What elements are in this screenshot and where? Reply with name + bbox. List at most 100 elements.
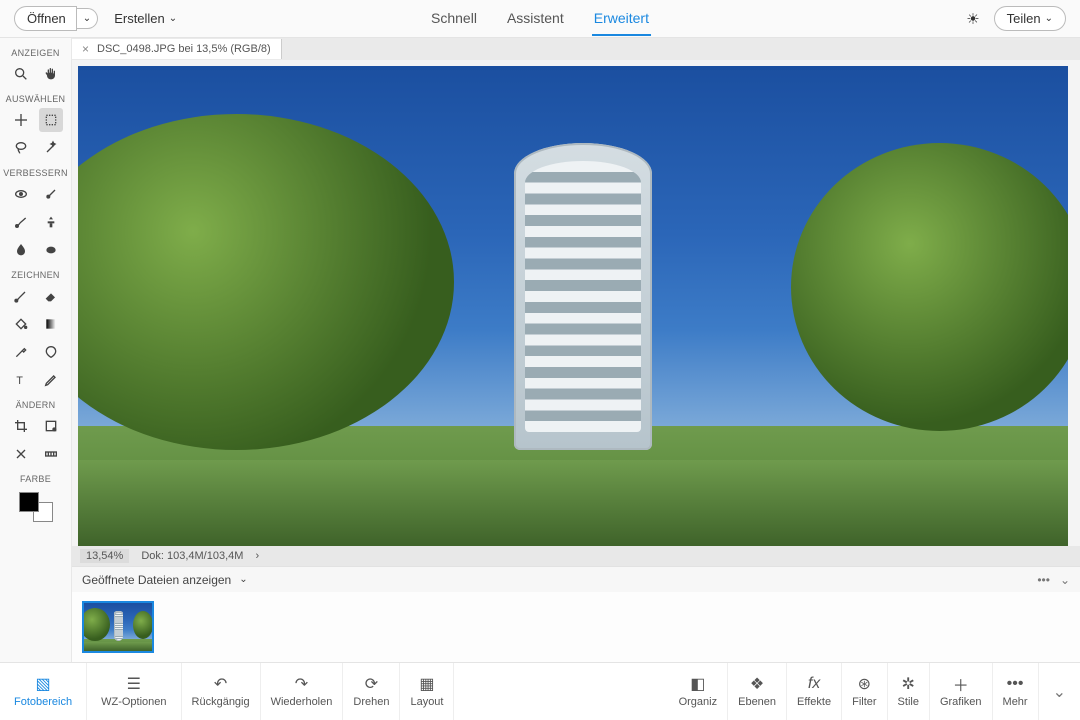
filter-icon: ⊛ (858, 675, 871, 693)
graphics-label: Grafiken (940, 696, 982, 708)
photo-lawn (78, 460, 1068, 546)
section-enhance: VERBESSERN (3, 168, 68, 178)
layout-button[interactable]: ▦ Layout (400, 663, 454, 720)
color-swatches[interactable] (19, 492, 53, 522)
open-files-bar: Geöffnete Dateien anzeigen ⌄ ••• ⌄ (72, 566, 1080, 592)
magic-wand-tool-icon[interactable] (39, 136, 63, 160)
create-label: Erstellen (114, 11, 165, 26)
brightness-icon[interactable]: ☀︎ (966, 10, 979, 28)
undo-button[interactable]: ↶ Rückgängig (182, 663, 261, 720)
svg-text:T: T (16, 375, 23, 387)
fx-icon: fx (808, 675, 820, 693)
open-files-label[interactable]: Geöffnete Dateien anzeigen (82, 573, 231, 587)
photo-building (514, 143, 653, 450)
spot-heal-tool-icon[interactable] (39, 182, 63, 206)
tool-panel: ANZEIGEN AUSWÄHLEN VERBESSERN ZEICHNEN (0, 38, 72, 662)
blur-tool-icon[interactable] (9, 238, 33, 262)
effects-label: Effekte (797, 696, 831, 708)
clone-stamp-tool-icon[interactable] (39, 210, 63, 234)
redo-button[interactable]: ↷ Wiederholen (261, 663, 344, 720)
lasso-tool-icon[interactable] (9, 136, 33, 160)
redeye-tool-icon[interactable] (9, 182, 33, 206)
layout-label: Layout (410, 696, 443, 708)
paint-bucket-tool-icon[interactable] (9, 312, 33, 336)
canvas-column: × DSC_0498.JPG bei 13,5% (RGB/8) 13,54% … (72, 38, 1080, 662)
recompose-tool-icon[interactable] (39, 414, 63, 438)
image-canvas[interactable] (78, 66, 1068, 546)
hand-tool-icon[interactable] (39, 62, 63, 86)
more-icon[interactable]: ••• (1037, 573, 1050, 587)
sponge-tool-icon[interactable] (39, 238, 63, 262)
pencil-tool-icon[interactable] (39, 368, 63, 392)
smart-brush-tool-icon[interactable] (9, 210, 33, 234)
undo-label: Rückgängig (192, 696, 250, 708)
more-icon: ••• (1007, 675, 1024, 693)
layout-icon: ▦ (419, 675, 434, 693)
zoom-readout[interactable]: 13,54% (80, 549, 129, 563)
content-aware-tool-icon[interactable] (9, 442, 33, 466)
photobin-tab[interactable]: ▧ Fotobereich (0, 663, 87, 720)
document-tab-label: DSC_0498.JPG bei 13,5% (RGB/8) (97, 43, 271, 55)
section-draw: ZEICHNEN (11, 270, 59, 280)
share-button[interactable]: Teilen ⌄ (994, 6, 1066, 31)
tool-options-label: WZ-Optionen (101, 696, 166, 708)
styles-button[interactable]: ✲ Stile (888, 663, 930, 720)
filters-button[interactable]: ⊛ Filter (842, 663, 887, 720)
open-label: Öffnen (27, 11, 66, 26)
effects-button[interactable]: fx Effekte (787, 663, 842, 720)
chevron-right-icon[interactable]: › (255, 550, 259, 562)
brush-tool-icon[interactable] (9, 284, 33, 308)
shape-tool-icon[interactable] (39, 340, 63, 364)
document-tab[interactable]: × DSC_0498.JPG bei 13,5% (RGB/8) (72, 39, 282, 59)
undo-icon: ↶ (214, 675, 227, 693)
mode-tabs: Schnell Assistent Erweitert (429, 1, 651, 36)
marquee-tool-icon[interactable] (39, 108, 63, 132)
organizer-button[interactable]: ◧ Organiz (669, 663, 729, 720)
create-menu[interactable]: Erstellen ⌄ (114, 11, 177, 26)
photo-thumb[interactable] (82, 601, 154, 653)
graphics-button[interactable]: ＋ Grafiken (930, 663, 993, 720)
redo-icon: ↷ (295, 675, 308, 693)
gradient-tool-icon[interactable] (39, 312, 63, 336)
doc-size-readout: Dok: 103,4M/103,4M (141, 550, 243, 562)
tool-options-tab[interactable]: ☰ WZ-Optionen (87, 663, 181, 720)
canvas-viewport[interactable] (72, 60, 1080, 546)
type-tool-icon[interactable]: T (9, 368, 33, 392)
chevron-down-icon[interactable]: ⌄ (239, 574, 247, 585)
section-view: ANZEIGEN (11, 48, 59, 58)
chevron-down-icon: ⌄ (83, 13, 91, 24)
eyedropper-tool-icon[interactable] (9, 340, 33, 364)
styles-label: Stile (898, 696, 919, 708)
mode-expert[interactable]: Erweitert (592, 1, 651, 36)
collapse-button[interactable]: ⌄ (1039, 663, 1080, 720)
layers-label: Ebenen (738, 696, 776, 708)
photo-tree-right (791, 143, 1068, 431)
open-button[interactable]: Öffnen (14, 6, 77, 31)
chevron-down-icon[interactable]: ⌄ (1060, 573, 1070, 587)
move-tool-icon[interactable] (9, 108, 33, 132)
chevron-down-icon: ⌄ (1045, 13, 1053, 24)
redo-label: Wiederholen (271, 696, 333, 708)
open-dropdown[interactable]: ⌄ (77, 8, 98, 29)
photo-tree-left (78, 114, 454, 450)
straighten-tool-icon[interactable] (39, 442, 63, 466)
more-button[interactable]: ••• Mehr (993, 663, 1039, 720)
photobin-icon: ▧ (35, 675, 50, 693)
close-tab-icon[interactable]: × (82, 42, 89, 56)
plus-icon: ＋ (953, 675, 969, 693)
rotate-icon: ⟳ (365, 675, 378, 693)
rotate-button[interactable]: ⟳ Drehen (343, 663, 400, 720)
mode-quick[interactable]: Schnell (429, 1, 479, 36)
section-color: FARBE (20, 474, 51, 484)
eraser-tool-icon[interactable] (39, 284, 63, 308)
open-button-group: Öffnen ⌄ (14, 6, 98, 31)
foreground-color-swatch[interactable] (19, 492, 39, 512)
mode-guided[interactable]: Assistent (505, 1, 566, 36)
section-modify: ÄNDERN (16, 400, 56, 410)
crop-tool-icon[interactable] (9, 414, 33, 438)
zoom-tool-icon[interactable] (9, 62, 33, 86)
share-label: Teilen (1007, 11, 1041, 26)
layers-button[interactable]: ❖ Ebenen (728, 663, 787, 720)
organizer-label: Organiz (679, 696, 718, 708)
status-bar: 13,54% Dok: 103,4M/103,4M › (72, 546, 1080, 566)
